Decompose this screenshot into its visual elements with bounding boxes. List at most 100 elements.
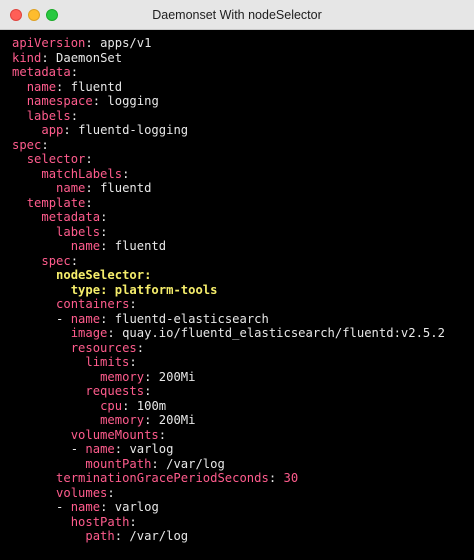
yaml-key: metadata (41, 210, 101, 224)
yaml-key: labels (56, 224, 101, 239)
code-line: app: fluentd-logging (12, 123, 445, 138)
yaml-key: terminationGracePeriodSeconds (56, 471, 269, 485)
yaml-key: namespace (26, 94, 93, 108)
yaml-separator: : (144, 384, 152, 398)
yaml-separator: : (107, 326, 123, 340)
yaml-key: type (70, 282, 101, 297)
yaml-value: logging (107, 94, 159, 108)
code-line: volumeMounts: (12, 428, 445, 443)
code-line: apiVersion: apps/v1 (12, 36, 445, 51)
code-line: nodeSelector: (12, 268, 445, 283)
code-editor[interactable]: apiVersion: apps/v1 kind: DaemonSet metada… (12, 36, 445, 544)
yaml-separator: : (70, 108, 79, 123)
yaml-separator: : (85, 181, 101, 195)
yaml-separator: : (144, 268, 152, 282)
yaml-key: spec (41, 253, 71, 268)
code-line: template: (12, 196, 445, 211)
yaml-key: matchLabels (41, 166, 123, 181)
yaml-separator: : (100, 311, 115, 326)
yaml-value: platform-tools (114, 282, 218, 297)
code-line: cpu: 100m (12, 399, 445, 414)
yaml-value: fluentd-logging (78, 123, 189, 137)
yaml-separator: : (107, 485, 115, 500)
yaml-separator: : (41, 50, 57, 65)
yaml-value: 30 (283, 471, 299, 485)
code-line: spec: (12, 254, 445, 269)
code-line: type: platform-tools (12, 283, 445, 298)
window-title: Daemonset With nodeSelector (152, 8, 322, 22)
yaml-separator: : (70, 65, 79, 79)
yaml-key: name (70, 311, 101, 326)
yaml-key: name (56, 181, 86, 195)
yaml-key: kind (12, 50, 42, 65)
code-line: namespace: logging (12, 94, 445, 109)
yaml-key: name (85, 442, 115, 456)
yaml-key: metadata (12, 65, 71, 79)
yaml-key: memory (100, 413, 145, 427)
code-line: labels: (12, 225, 445, 240)
yaml-separator: : (41, 137, 49, 152)
yaml-separator: : (122, 166, 130, 181)
yaml-value: fluentd-elasticsearch (114, 311, 269, 326)
yaml-separator: : (85, 36, 101, 50)
yaml-separator: : (70, 253, 79, 268)
yaml-separator: : (100, 210, 108, 224)
yaml-key: name (70, 239, 101, 253)
yaml-value: varlog (114, 500, 159, 514)
code-line: resources: (12, 341, 445, 356)
code-line: volumes: (12, 486, 445, 501)
yaml-separator: : (114, 529, 130, 543)
yaml-separator: : (114, 442, 130, 456)
code-line: - name: fluentd-elasticsearch (12, 312, 445, 327)
yaml-separator: : (144, 413, 159, 427)
yaml-key: apiVersion (12, 36, 86, 50)
yaml-separator: : (100, 224, 108, 239)
code-line: containers: (12, 297, 445, 312)
yaml-value: 100m (136, 398, 167, 413)
yaml-value: /var/log (129, 529, 189, 543)
code-line: name: fluentd (12, 239, 445, 254)
yaml-separator: : (100, 282, 115, 297)
code-line: name: fluentd (12, 181, 445, 196)
list-dash: - (70, 442, 86, 456)
yaml-separator: : (151, 456, 167, 471)
yaml-key: volumes (56, 485, 108, 500)
code-line: name: fluentd (12, 80, 445, 95)
yaml-separator: : (268, 471, 284, 485)
yaml-value: fluentd (100, 181, 152, 195)
terminal-window: Daemonset With nodeSelector apiVersion: … (0, 0, 474, 560)
yaml-value: apps/v1 (100, 36, 152, 50)
yaml-key: labels (26, 108, 71, 123)
yaml-value: DaemonSet (56, 50, 123, 65)
list-dash: - (56, 500, 71, 514)
yaml-separator: : (136, 340, 145, 355)
yaml-value: fluentd (70, 79, 123, 94)
yaml-key: requests (85, 384, 145, 398)
yaml-value: 200Mi (158, 369, 196, 384)
code-line: metadata: (12, 210, 445, 225)
list-dash: - (56, 311, 71, 326)
yaml-separator: : (56, 79, 71, 94)
code-line: - name: varlog (12, 442, 445, 457)
yaml-key: containers (56, 297, 130, 311)
